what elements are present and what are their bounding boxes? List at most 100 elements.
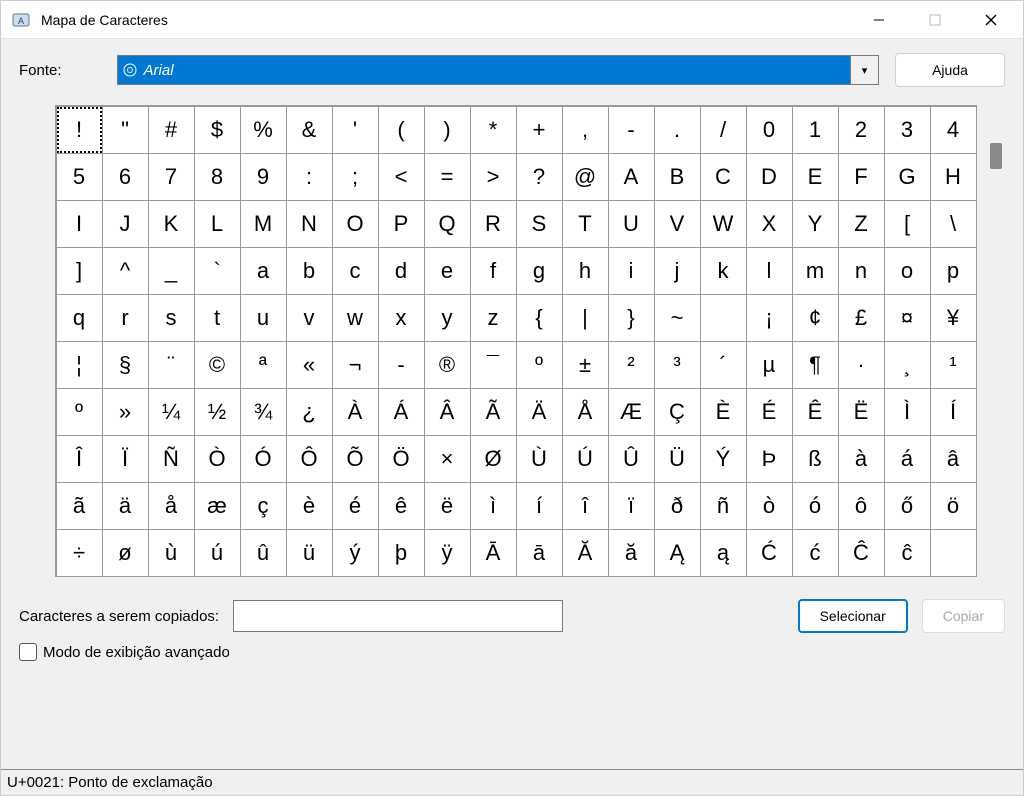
char-cell[interactable]: ë bbox=[424, 482, 471, 530]
char-cell[interactable]: Ì bbox=[884, 388, 931, 436]
char-cell[interactable]: T bbox=[562, 200, 609, 248]
char-cell[interactable]: ¬ bbox=[332, 341, 379, 389]
char-cell[interactable]: Ö bbox=[378, 435, 425, 483]
char-cell[interactable]: Ă bbox=[562, 529, 609, 577]
char-cell[interactable]: ` bbox=[194, 247, 241, 295]
char-cell[interactable]: Ñ bbox=[148, 435, 195, 483]
char-cell[interactable]: ³ bbox=[654, 341, 701, 389]
char-cell[interactable]: ¤ bbox=[884, 294, 931, 342]
char-cell[interactable]: _ bbox=[148, 247, 195, 295]
char-cell[interactable]: » bbox=[102, 388, 149, 436]
char-cell[interactable]: ] bbox=[56, 247, 103, 295]
char-cell[interactable]: ù bbox=[148, 529, 195, 577]
char-cell[interactable]: Ø bbox=[470, 435, 517, 483]
char-cell[interactable]: ÿ bbox=[424, 529, 471, 577]
char-cell[interactable]: $ bbox=[194, 106, 241, 154]
char-cell[interactable]: ò bbox=[746, 482, 793, 530]
char-cell[interactable]: \ bbox=[930, 200, 977, 248]
char-cell[interactable]: 7 bbox=[148, 153, 195, 201]
char-cell[interactable]: ä bbox=[102, 482, 149, 530]
char-cell[interactable]: ð bbox=[654, 482, 701, 530]
char-cell[interactable]: x bbox=[378, 294, 425, 342]
char-cell[interactable]: ï bbox=[608, 482, 655, 530]
char-cell[interactable]: ¥ bbox=[930, 294, 977, 342]
char-cell[interactable]: C bbox=[700, 153, 747, 201]
copy-button[interactable]: Copiar bbox=[922, 599, 1005, 633]
char-cell[interactable]: ô bbox=[838, 482, 885, 530]
char-cell[interactable]: § bbox=[102, 341, 149, 389]
char-cell[interactable]: Í bbox=[930, 388, 977, 436]
char-cell[interactable]: m bbox=[792, 247, 839, 295]
char-cell[interactable]: W bbox=[700, 200, 747, 248]
char-cell[interactable]: h bbox=[562, 247, 609, 295]
char-cell[interactable]: n bbox=[838, 247, 885, 295]
char-cell[interactable]: r bbox=[102, 294, 149, 342]
char-cell[interactable]: " bbox=[102, 106, 149, 154]
char-cell[interactable]: ¢ bbox=[792, 294, 839, 342]
char-cell[interactable]: k bbox=[700, 247, 747, 295]
char-cell[interactable]: Z bbox=[838, 200, 885, 248]
char-cell[interactable]: V bbox=[654, 200, 701, 248]
char-cell[interactable]: ~ bbox=[654, 294, 701, 342]
char-cell[interactable]: Ü bbox=[654, 435, 701, 483]
char-cell[interactable]: ¶ bbox=[792, 341, 839, 389]
char-cell[interactable]: Ú bbox=[562, 435, 609, 483]
char-cell[interactable]: @ bbox=[562, 153, 609, 201]
char-cell[interactable]: ă bbox=[608, 529, 655, 577]
char-cell[interactable]: ĉ bbox=[884, 529, 931, 577]
char-cell[interactable]: g bbox=[516, 247, 563, 295]
char-cell[interactable]: ¼ bbox=[148, 388, 195, 436]
char-cell[interactable]: [ bbox=[884, 200, 931, 248]
char-cell[interactable]: t bbox=[194, 294, 241, 342]
char-cell[interactable]: s bbox=[148, 294, 195, 342]
char-cell[interactable]: D bbox=[746, 153, 793, 201]
char-cell[interactable]: 6 bbox=[102, 153, 149, 201]
close-button[interactable] bbox=[963, 1, 1019, 38]
char-cell[interactable]: o bbox=[884, 247, 931, 295]
char-cell[interactable]: þ bbox=[378, 529, 425, 577]
char-cell[interactable]: 4 bbox=[930, 106, 977, 154]
char-cell[interactable]: ; bbox=[332, 153, 379, 201]
char-cell[interactable]: P bbox=[378, 200, 425, 248]
char-cell[interactable]: G bbox=[884, 153, 931, 201]
char-cell[interactable]: × bbox=[424, 435, 471, 483]
char-cell[interactable]: È bbox=[700, 388, 747, 436]
char-cell[interactable]: Å bbox=[562, 388, 609, 436]
char-cell[interactable]: N bbox=[286, 200, 333, 248]
char-cell[interactable]: ' bbox=[332, 106, 379, 154]
font-select[interactable]: O Arial ▾ bbox=[117, 55, 879, 85]
char-cell[interactable]: Ý bbox=[700, 435, 747, 483]
char-cell[interactable]: ¿ bbox=[286, 388, 333, 436]
char-cell[interactable]: ! bbox=[56, 106, 103, 154]
char-cell[interactable]: ½ bbox=[194, 388, 241, 436]
char-cell[interactable]: } bbox=[608, 294, 655, 342]
char-cell[interactable]: u bbox=[240, 294, 287, 342]
char-cell[interactable]: 9 bbox=[240, 153, 287, 201]
char-cell[interactable]: Q bbox=[424, 200, 471, 248]
char-cell[interactable]: d bbox=[378, 247, 425, 295]
char-cell[interactable]: > bbox=[470, 153, 517, 201]
char-cell[interactable]: ¸ bbox=[884, 341, 931, 389]
char-cell[interactable]: , bbox=[562, 106, 609, 154]
char-cell[interactable]: ¯ bbox=[470, 341, 517, 389]
char-cell[interactable]: Ê bbox=[792, 388, 839, 436]
char-cell[interactable]: ª bbox=[240, 341, 287, 389]
char-cell[interactable]: S bbox=[516, 200, 563, 248]
char-cell[interactable]: 0 bbox=[746, 106, 793, 154]
char-cell[interactable]: ) bbox=[424, 106, 471, 154]
char-cell[interactable]: c bbox=[332, 247, 379, 295]
char-cell[interactable]: ^ bbox=[102, 247, 149, 295]
char-cell[interactable]: Ù bbox=[516, 435, 563, 483]
char-cell[interactable]: º bbox=[56, 388, 103, 436]
char-cell[interactable]: z bbox=[470, 294, 517, 342]
char-cell[interactable]: { bbox=[516, 294, 563, 342]
help-button[interactable]: Ajuda bbox=[895, 53, 1005, 87]
char-cell[interactable]: 3 bbox=[884, 106, 931, 154]
char-cell[interactable]: B bbox=[654, 153, 701, 201]
char-cell[interactable]: ý bbox=[332, 529, 379, 577]
char-cell[interactable]: 8 bbox=[194, 153, 241, 201]
char-cell[interactable]: ú bbox=[194, 529, 241, 577]
char-cell[interactable]: Ò bbox=[194, 435, 241, 483]
char-cell[interactable]: ą bbox=[700, 529, 747, 577]
char-cell[interactable]: ? bbox=[516, 153, 563, 201]
